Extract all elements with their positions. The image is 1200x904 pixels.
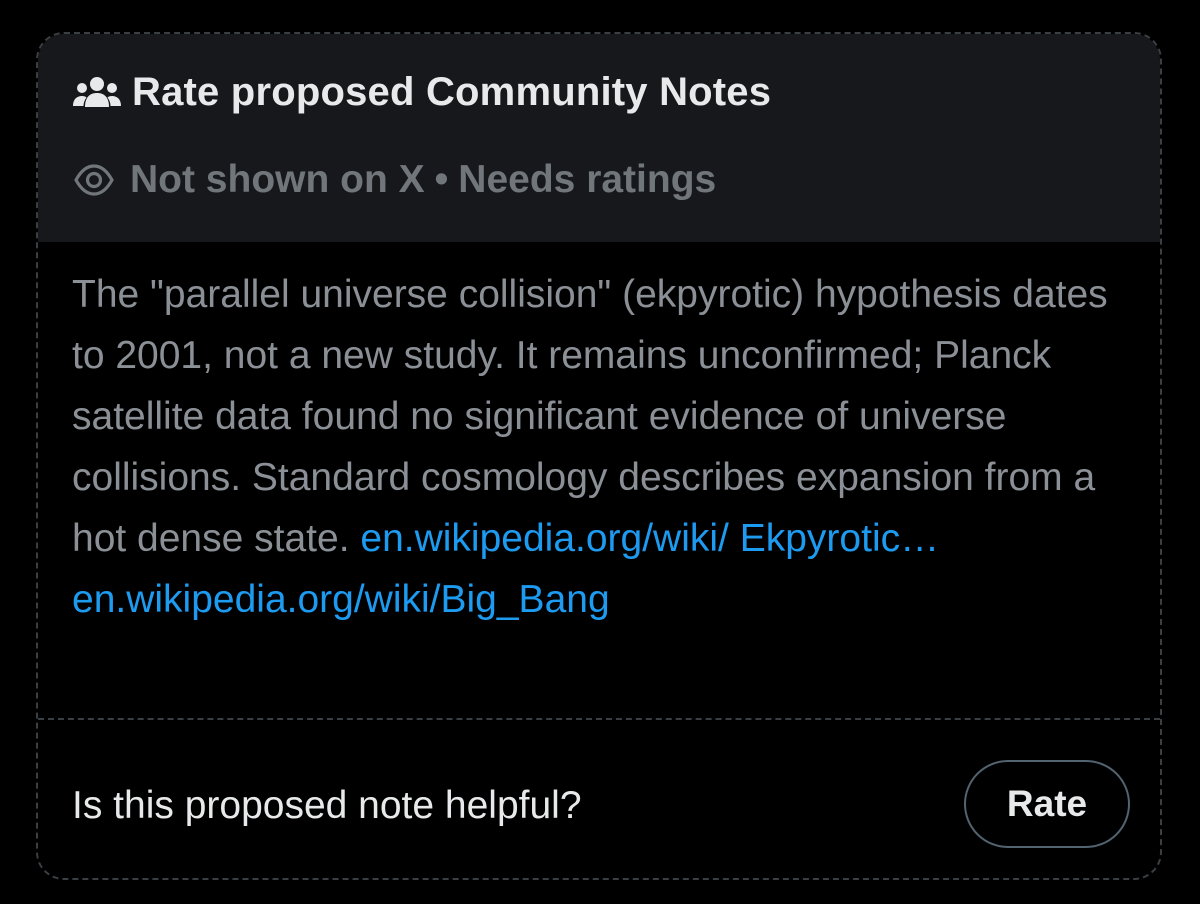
- eye-icon: [74, 160, 114, 200]
- page-title: Rate proposed Community Notes: [132, 70, 772, 114]
- status-ratings: Needs ratings: [458, 158, 717, 201]
- note-text: The "parallel universe collision" (ekpyr…: [72, 264, 1142, 630]
- community-note-card: Rate proposed Community Notes Not shown …: [36, 32, 1162, 880]
- note-status: Not shown on X • Needs ratings: [74, 158, 716, 202]
- title-row: Rate proposed Community Notes: [72, 70, 771, 115]
- rate-button[interactable]: Rate: [964, 760, 1130, 848]
- status-separator: •: [434, 158, 449, 201]
- people-group-icon: [72, 73, 122, 113]
- source-link-ekpyrotic[interactable]: en.wikipedia.org/wiki/ Ekpyrotic…: [360, 517, 939, 560]
- divider: [38, 718, 1160, 720]
- source-link-big-bang[interactable]: en.wikipedia.org/wiki/Big_Bang: [72, 578, 610, 621]
- status-visibility: Not shown on X: [130, 158, 425, 201]
- helpful-question: Is this proposed note helpful?: [72, 784, 582, 827]
- card-header: Rate proposed Community Notes Not shown …: [38, 34, 1160, 242]
